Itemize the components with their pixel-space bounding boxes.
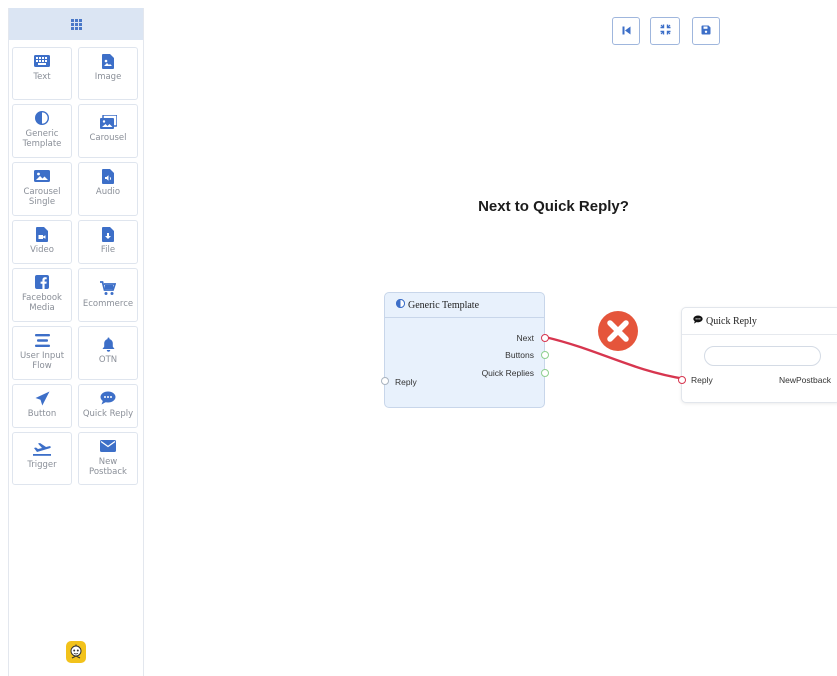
input-label-reply: Reply — [395, 377, 417, 387]
close-circle-icon — [598, 311, 638, 351]
node-header: Generic Template — [385, 293, 544, 318]
generic-template-node[interactable]: Generic Template Next Buttons Quick Repl… — [381, 292, 549, 408]
output-port-quick-replies[interactable] — [541, 369, 549, 377]
delete-connection-button[interactable] — [597, 310, 639, 352]
node-title: Quick Reply — [706, 315, 757, 327]
output-port-next[interactable] — [541, 334, 549, 342]
output-label-newpostback: NewPostback — [779, 375, 831, 385]
node-header: Quick Reply — [682, 308, 837, 335]
output-label-quick-replies: Quick Replies — [481, 368, 534, 378]
input-label-reply: Reply — [691, 375, 713, 385]
half-circle-icon — [395, 298, 406, 311]
output-port-buttons[interactable] — [541, 351, 549, 359]
output-label-buttons: Buttons — [505, 350, 534, 360]
node-title: Generic Template — [408, 299, 480, 311]
quick-reply-node[interactable]: Quick Reply Reply NewPostback — [678, 307, 837, 403]
output-label-next: Next — [516, 333, 534, 343]
input-port-reply[interactable] — [678, 376, 686, 384]
quick-reply-text-input[interactable] — [704, 346, 821, 366]
chat-icon — [693, 315, 703, 327]
input-port-reply[interactable] — [381, 377, 389, 385]
